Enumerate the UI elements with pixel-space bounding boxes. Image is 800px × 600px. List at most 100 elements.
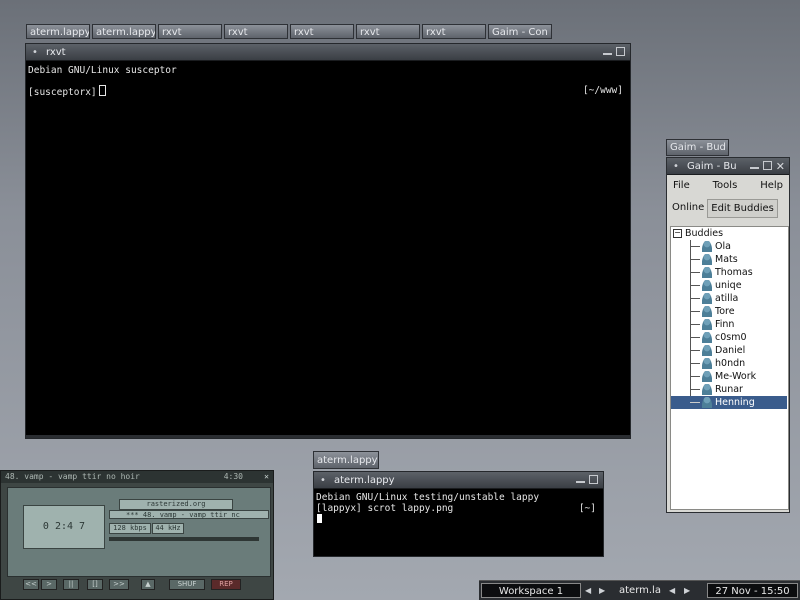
taskbar-task[interactable]: aterm.la [619,583,661,598]
xmms-titlebar[interactable]: 48. vamp - vamp ttir no hoir 4:30 ✕ [1,471,273,483]
stop-button[interactable]: [] [87,579,103,590]
taskbar: Workspace 1 ◀ ▶ aterm.la ◀ ▶ 27 Nov - 15… [479,580,800,600]
prev-button[interactable]: << [23,579,39,590]
menu-tools[interactable]: Tools [713,180,738,191]
repeat-button[interactable]: REP [211,579,241,590]
aterm-prompt[interactable]: [lappyx] scrot lappy.png [316,503,453,514]
xmms-seek-bar[interactable] [109,537,259,541]
buddy-item[interactable]: Me-Work [671,370,787,383]
buddy-tree: − Buddies Ola Mats Thomas uniqe atilla T… [670,226,789,510]
pause-button[interactable]: || [63,579,79,590]
xmms-bitrate: 128 kbps [109,523,151,534]
buddy-group[interactable]: − Buddies [671,227,787,240]
person-icon [702,254,712,265]
buddy-item[interactable]: Thomas [671,266,787,279]
workspace-prev-icon[interactable]: ◀ [585,583,591,598]
aterm-title: aterm.lappy [334,475,395,486]
person-icon [702,397,712,408]
person-icon [702,319,712,330]
minimize-icon[interactable] [603,47,612,55]
maximize-icon[interactable] [763,161,772,170]
window-tab[interactable]: rxvt [356,24,420,39]
gaim-menubar: File Tools Help [667,175,789,195]
window-tab-gaim[interactable]: Gaim - Con [488,24,552,39]
gaim-titlebar[interactable]: • Gaim - Bu ✕ [667,158,789,175]
person-icon [702,358,712,369]
rxvt-prompt-line[interactable]: [susceptorx] [28,85,106,98]
person-icon [702,345,712,356]
xmms-khz: 44 kHz [152,523,184,534]
next-button[interactable]: >> [109,579,129,590]
window-tab-bar: aterm.lappy aterm.lappy rxvt rxvt rxvt r… [26,24,554,41]
gaim-tabs: Online Edit Buddies [667,199,789,218]
buddy-item[interactable]: Mats [671,253,787,266]
rxvt-title: rxvt [46,47,66,58]
xmms-player[interactable]: 48. vamp - vamp ttir no hoir 4:30 ✕ 0 2:… [0,470,274,600]
rxvt-window[interactable]: • rxvt Debian GNU/Linux susceptor [susce… [25,43,631,439]
person-away-icon [702,267,712,278]
rxvt-bottom-edge [26,435,630,438]
workspace-next-icon[interactable]: ▶ [599,583,605,598]
aterm-titlebar[interactable]: • aterm.lappy [314,472,603,489]
aterm-window[interactable]: • aterm.lappy Debian GNU/Linux testing/u… [313,471,604,557]
window-tab[interactable]: aterm.lappy [26,24,90,39]
window-tab[interactable]: rxvt [158,24,222,39]
maximize-icon[interactable] [616,47,625,56]
shuffle-button[interactable]: SHUF [169,579,205,590]
window-tab[interactable]: rxvt [422,24,486,39]
task-next-icon[interactable]: ▶ [684,583,690,598]
gaim-buddy-window[interactable]: • Gaim - Bu ✕ File Tools Help Online Edi… [666,157,790,513]
maximize-icon[interactable] [589,475,598,484]
person-away-icon [702,384,712,395]
buddy-item[interactable]: Daniel [671,344,787,357]
buddy-group-label: Buddies [685,228,724,239]
window-menu-icon[interactable]: • [32,44,38,61]
menu-file[interactable]: File [673,180,690,191]
workspace-indicator[interactable]: Workspace 1 [481,583,581,598]
play-button[interactable]: > [41,579,57,590]
tab-online[interactable]: Online [669,199,707,218]
window-menu-icon[interactable]: • [673,158,679,175]
task-prev-icon[interactable]: ◀ [669,583,675,598]
close-icon[interactable]: ✕ [264,471,269,483]
rxvt-prompt: [susceptorx] [28,87,97,98]
aterm-cwd: [~] [578,503,596,514]
text-cursor [98,85,106,96]
aterm-tab[interactable]: aterm.lappy [313,451,379,469]
window-tab[interactable]: rxvt [290,24,354,39]
buddy-item[interactable]: c0sm0 [671,331,787,344]
window-tab[interactable]: aterm.lappy [92,24,156,39]
rxvt-cwd: [~/www] [582,85,623,96]
person-icon [702,332,712,343]
buddy-item[interactable]: Ola [671,240,787,253]
buddy-item[interactable]: atilla [671,292,787,305]
clock: 27 Nov - 15:50 [707,583,798,598]
person-icon [702,371,712,382]
buddy-item[interactable]: Runar [671,383,787,396]
buddy-item[interactable]: uniqe [671,279,787,292]
gaim-tab[interactable]: Gaim - Bud [666,139,729,156]
gaim-title: Gaim - Bu [687,161,737,172]
person-icon [702,306,712,317]
buddy-item[interactable]: Finn [671,318,787,331]
minimize-icon[interactable] [750,161,759,169]
collapse-icon[interactable]: − [673,229,682,238]
tab-edit-buddies[interactable]: Edit Buddies [707,199,778,218]
buddy-item[interactable]: Tore [671,305,787,318]
buddy-item-selected[interactable]: Henning [671,396,787,409]
eject-button[interactable]: ▲ [141,579,155,590]
rxvt-titlebar[interactable]: • rxvt [26,44,630,61]
window-tab[interactable]: rxvt [224,24,288,39]
xmms-track: *** 48. vamp - vamp ttir nc [109,510,269,519]
aterm-cursor [317,514,322,525]
window-menu-icon[interactable]: • [320,472,326,489]
buddy-item[interactable]: h0ndn [671,357,787,370]
xmms-domain: rasterized.org [119,499,233,510]
xmms-time-top: 4:30 [223,472,243,481]
xmms-time-display: 0 2:4 7 [23,505,105,549]
menu-help[interactable]: Help [760,180,783,191]
close-icon[interactable]: ✕ [776,158,785,175]
minimize-icon[interactable] [576,475,585,483]
person-icon [702,293,712,304]
person-icon [702,280,712,291]
